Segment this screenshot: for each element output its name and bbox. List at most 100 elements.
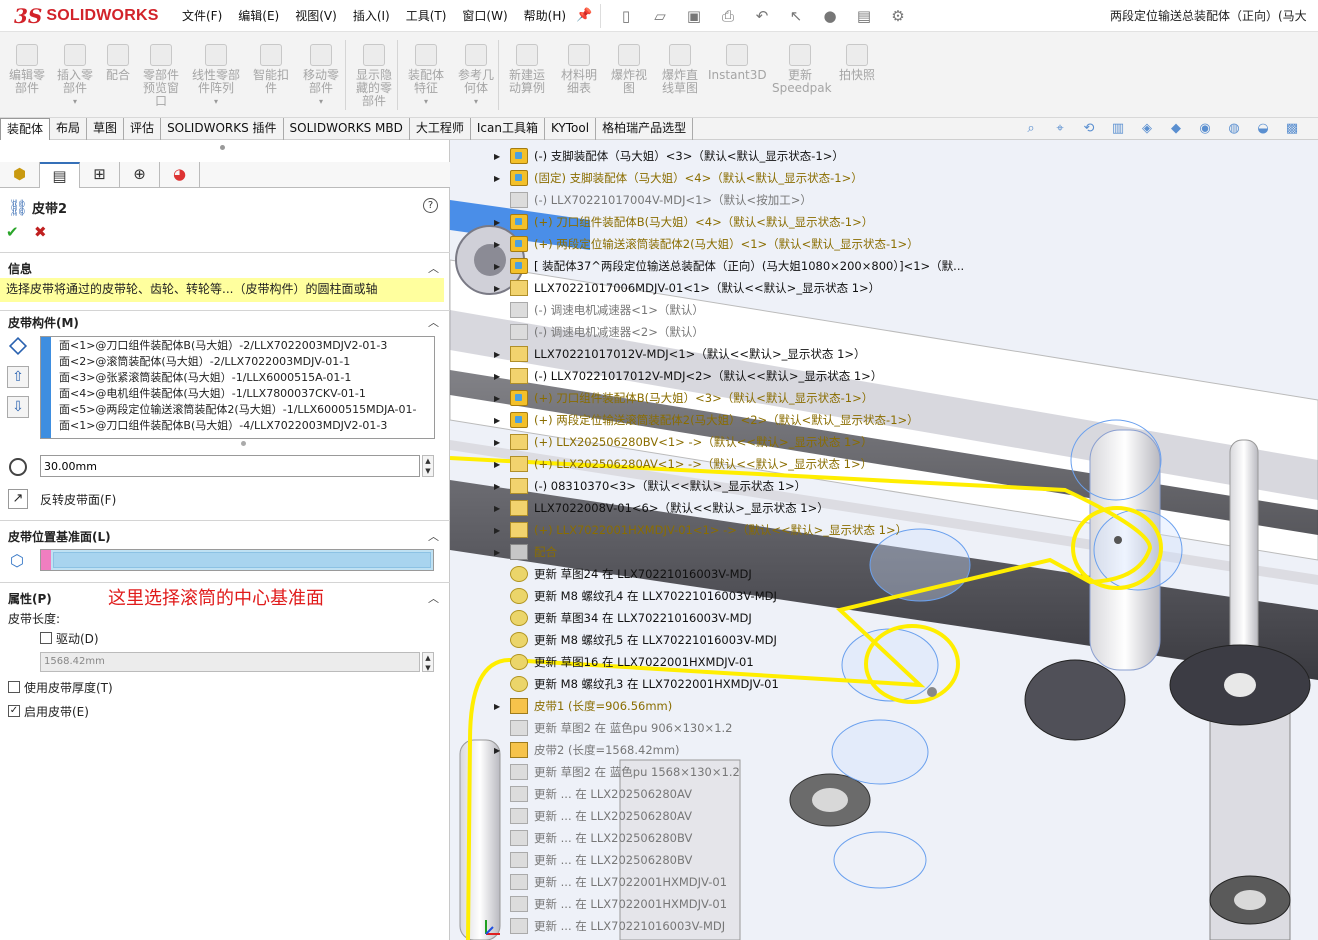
expand-arrow-icon[interactable]: ▶ [494,416,510,425]
belt-member-item[interactable]: 面<5>@两段定位输送滚筒装配体2(马大姐）-1/LLX6000515MDJA-… [59,402,432,418]
command-tab[interactable]: KYTool [545,118,597,140]
feature-tree-item[interactable]: (-) 调速电机减速器<1>（默认） [494,300,704,320]
menu-item[interactable]: 编辑(E) [238,7,279,24]
display-style-icon[interactable]: ◆ [1165,120,1187,138]
expand-arrow-icon[interactable]: ▶ [494,372,510,381]
configuration-manager-tab[interactable]: ⊞ [80,162,120,188]
belt-member-item[interactable]: 面<3>@张紧滚筒装配体(马大姐）-1/LLX6000515A-01-1 [59,370,432,386]
feature-tree-item[interactable]: 更新 M8 螺纹孔5 在 LLX70221016003V-MDJ [494,630,777,650]
expand-arrow-icon[interactable]: ▶ [494,526,510,535]
chevron-down-icon[interactable]: ▾ [451,95,501,108]
chevron-up-icon[interactable]: ︿ [428,260,439,276]
belt-member-item[interactable]: 面<4>@电机组件装配体(马大姐）-1/LLX7800037CKV-01-1 [59,386,432,402]
menu-item[interactable]: 工具(T) [406,7,447,24]
feature-tree-item[interactable]: ▶ (+) LLX7022001HXMDJV-01<1> ->（默认<<默认>_显… [494,520,907,540]
feature-tree-item[interactable]: ▶ (+) 两段定位输送滚筒装配体2(马大姐）<2>（默认<默认_显示状态-1>） [494,410,919,430]
belt-members-section-header[interactable]: 皮带构件(M) [8,314,79,331]
options-gear-icon[interactable]: ⚙ [887,6,909,26]
enable-belt-checkbox[interactable]: ✓ [8,705,20,717]
feature-tree-item[interactable]: ▶ 皮带2 (长度=1568.42mm) [494,740,680,760]
expand-arrow-icon[interactable]: ▶ [494,218,510,227]
driving-checkbox[interactable] [40,632,52,644]
expand-arrow-icon[interactable]: ▶ [494,394,510,403]
zoom-to-fit-icon[interactable]: ⌕ [1020,120,1042,138]
expand-arrow-icon[interactable]: ▶ [494,174,510,183]
belt-member-item[interactable]: 面<1>@刀口组件装配体B(马大姐）-4/LLX7022003MDJV2-01-… [59,418,432,434]
belt-member-item[interactable]: 面<2>@滚筒装配体(马大姐）-2/LLX7022003MDJV-01-1 [59,354,432,370]
feature-tree-item[interactable]: ▶ LLX70221017006MDJV-01<1>（默认<<默认>_显示状态 1… [494,278,880,298]
feature-tree-item[interactable]: ▶ (+) LLX202506280BV<1> ->（默认<<默认>_显示状态 1… [494,432,873,452]
feature-tree-item[interactable]: ▶ (固定) 支脚装配体（马大姐）<4>（默认<默认_显示状态-1>） [494,168,863,188]
feature-tree-item[interactable]: 更新 草图34 在 LLX70221016003V-MDJ [494,608,752,628]
belt-plane-section-header[interactable]: 皮带位置基准面(L) [8,528,111,545]
ribbon-button[interactable]: 编辑零 部件 [4,36,50,116]
feature-tree-item[interactable]: 更新 ... 在 LLX202506280AV [494,806,692,826]
feature-tree-item[interactable]: ▶ (+) 刀口组件装配体B(马大姐）<3>（默认<默认_显示状态-1>） [494,388,873,408]
feature-tree-item[interactable]: 更新 M8 螺纹孔4 在 LLX70221016003V-MDJ [494,586,777,606]
belt-members-list[interactable]: 面<1>@刀口组件装配体B(马大姐）-2/LLX7022003MDJV2-01-… [40,336,435,439]
move-down-button[interactable]: ⇩ [7,396,29,418]
properties-section-header[interactable]: 属性(P) [8,590,52,607]
ribbon-button[interactable]: 拍快照 [834,36,880,116]
ribbon-button[interactable]: 更新 Speedpak [772,36,832,116]
menu-item[interactable]: 窗口(W) [462,7,507,24]
chevron-down-icon[interactable]: ▾ [186,95,246,108]
rebuild-icon[interactable]: ● [819,6,841,26]
pulley-diameter-input[interactable] [40,455,420,477]
edit-appearance-icon[interactable]: ◍ [1223,120,1245,138]
belt-member-item[interactable]: 面<1>@刀口组件装配体B(马大姐）-2/LLX7022003MDJV2-01-… [59,338,432,354]
ribbon-button[interactable]: 显示隐 藏的零 部件 [349,36,399,116]
feature-tree-item[interactable]: ▶ LLX7022008V-01<6>（默认<<默认>_显示状态 1>） [494,498,829,518]
menu-item[interactable]: 视图(V) [295,7,337,24]
ribbon-button[interactable]: Instant3D [708,36,767,116]
enable-belt-label[interactable]: 启用皮带(E) [24,703,89,720]
feature-tree-item[interactable]: ▶ (-) 支脚装配体（马大姐）<3>（默认<默认_显示状态-1>） [494,146,844,166]
help-icon[interactable]: ? [423,198,438,213]
menu-item[interactable]: 文件(F) [182,7,222,24]
zoom-area-icon[interactable]: ⌖ [1049,120,1071,138]
feature-tree-item[interactable]: ▶ [ 装配体37^两段定位输送总装配体（正向）(马大姐1080×200×800）… [494,256,964,276]
feature-tree-item[interactable]: (-) LLX70221017004V-MDJ<1>（默认<按加工>） [494,190,812,210]
command-tab[interactable]: SOLIDWORKS MBD [284,118,410,140]
feature-tree-item[interactable]: ▶ (+) 刀口组件装配体B(马大姐）<4>（默认<默认_显示状态-1>） [494,212,873,232]
ribbon-button[interactable]: 零部件 预览窗 口 [137,36,185,116]
info-section-header[interactable]: 信息 [8,260,32,277]
move-up-button[interactable]: ⇧ [7,366,29,388]
feature-tree-item[interactable]: (-) 调速电机减速器<2>（默认） [494,322,704,342]
feature-tree-item[interactable]: ▶ 皮带1 (长度=906.56mm) [494,696,672,716]
select-arrow-icon[interactable]: ↖ [785,6,807,26]
chevron-down-icon[interactable]: ▾ [297,95,345,108]
feature-tree-item[interactable]: ▶ (-) LLX70221017012V-MDJ<2>（默认<<默认>_显示状态… [494,366,882,386]
solidworks-logo[interactable]: 3S SOLIDWORKS [14,4,159,28]
chevron-down-icon[interactable]: ▾ [52,95,98,108]
feature-manager-tab[interactable]: ⬢ [0,162,40,188]
expand-arrow-icon[interactable]: ▶ [494,438,510,447]
command-tab[interactable]: 装配体 [0,118,51,140]
menu-item[interactable]: 帮助(H) [524,7,566,24]
expand-arrow-icon[interactable]: ▶ [494,284,510,293]
graphics-area[interactable]: ▶ (-) 支脚装配体（马大姐）<3>（默认<默认_显示状态-1>） ▶ (固定) 支… [450,140,1318,940]
panel-splitter-handle[interactable] [220,145,225,150]
use-thickness-checkbox[interactable] [8,681,20,693]
list-resize-handle[interactable] [241,441,246,446]
feature-tree-item[interactable]: 更新 草图2 在 蓝色pu 906×130×1.2 [494,718,733,738]
expand-arrow-icon[interactable]: ▶ [494,240,510,249]
pin-icon[interactable]: 📌 [576,8,592,23]
dimxpert-manager-tab[interactable]: ⊕ [120,162,160,188]
cancel-button[interactable]: ✖ [34,223,47,241]
ribbon-button[interactable]: 配合 [100,36,136,116]
section-view-icon[interactable]: ▥ [1107,120,1129,138]
ribbon-button[interactable]: 插入零 部件 ▾ [52,36,98,116]
feature-tree-item[interactable]: 更新 ... 在 LLX7022001HXMDJV-01 [494,872,727,892]
expand-arrow-icon[interactable]: ▶ [494,548,510,557]
ribbon-button[interactable]: 新建运 动算例 [503,36,551,116]
use-thickness-label[interactable]: 使用皮带厚度(T) [24,679,113,696]
feature-tree-item[interactable]: ▶ (+) LLX202506280AV<1> ->（默认<<默认>_显示状态 1… [494,454,872,474]
command-tab[interactable]: 草图 [87,118,125,140]
chevron-up-icon[interactable]: ︿ [428,528,439,544]
expand-arrow-icon[interactable]: ▶ [494,482,510,491]
ribbon-button[interactable]: 线性零部 件阵列 ▾ [186,36,246,116]
view-settings-icon[interactable]: ▩ [1281,120,1303,138]
feature-tree-item[interactable]: 更新 ... 在 LLX202506280AV [494,784,692,804]
command-tab[interactable]: 评估 [124,118,162,140]
